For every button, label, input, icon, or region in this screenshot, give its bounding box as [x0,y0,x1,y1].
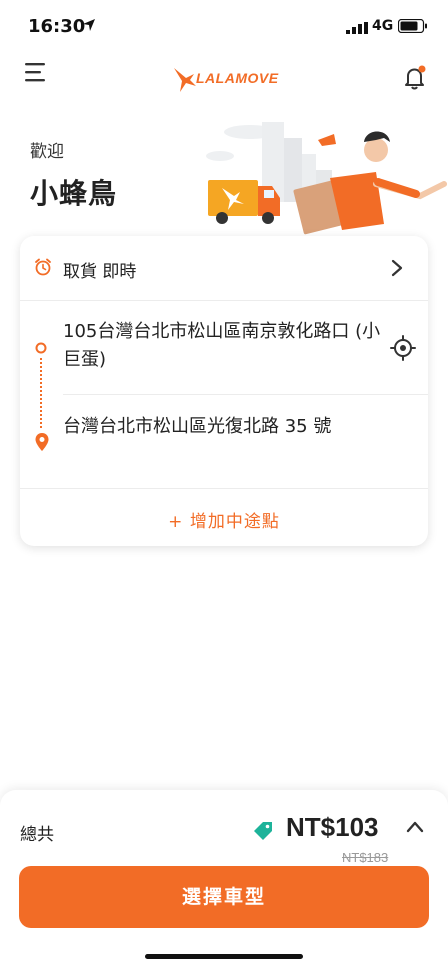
status-time: 16:30 [28,16,86,37]
network-type: 4G [372,18,394,34]
original-price: NT$183 [342,850,389,865]
hamburger-menu-icon[interactable] [25,62,49,84]
battery-icon [398,19,427,33]
total-label: 總共 [20,825,54,845]
order-card: 取貨 即時 105台灣台北市松山區南京敦化路口 (小巨蛋) 台灣台北市松山區光復… [20,236,428,546]
location-arrow-icon [83,19,95,31]
current-location-icon[interactable] [390,335,416,361]
dropoff-address[interactable]: 台灣台北市松山區光復北路 35 號 [63,413,383,441]
lalamove-logo: LALAMOVE [172,64,279,94]
notification-bell-icon[interactable] [402,64,428,90]
home-indicator [145,954,303,959]
pickup-time-row[interactable]: 取貨 即時 [20,236,428,301]
delivery-hero-illustration [206,122,447,235]
price-tag-icon [254,822,272,840]
cellular-signal-icon [346,22,368,34]
user-name: 小蜂鳥 [30,177,118,210]
hummingbird-logo-icon [174,68,196,92]
dropoff-pin-icon [35,433,49,451]
welcome-text: 歡迎 [30,142,64,162]
price-summary-panel: 總共 NT$103 NT$183 選擇車型 [0,790,448,969]
pickup-time-label: 取貨 即時 [63,262,137,282]
alarm-clock-icon [35,258,51,276]
select-vehicle-button[interactable]: 選擇車型 [19,866,429,928]
total-price[interactable]: NT$103 [286,812,379,843]
chevron-up-icon[interactable] [406,820,424,834]
status-bar: 16:30 4G [0,0,448,52]
add-stop-button[interactable]: + 增加中途點 [20,488,428,547]
add-stop-label: + 增加中途點 [168,512,280,532]
address-divider [63,394,428,395]
chevron-right-icon [391,259,403,277]
pickup-point-icon [35,342,47,354]
pickup-address[interactable]: 105台灣台北市松山區南京敦化路口 (小巨蛋) [63,318,383,374]
logo-text: LALAMOVE [196,70,279,86]
route-line [40,358,44,428]
